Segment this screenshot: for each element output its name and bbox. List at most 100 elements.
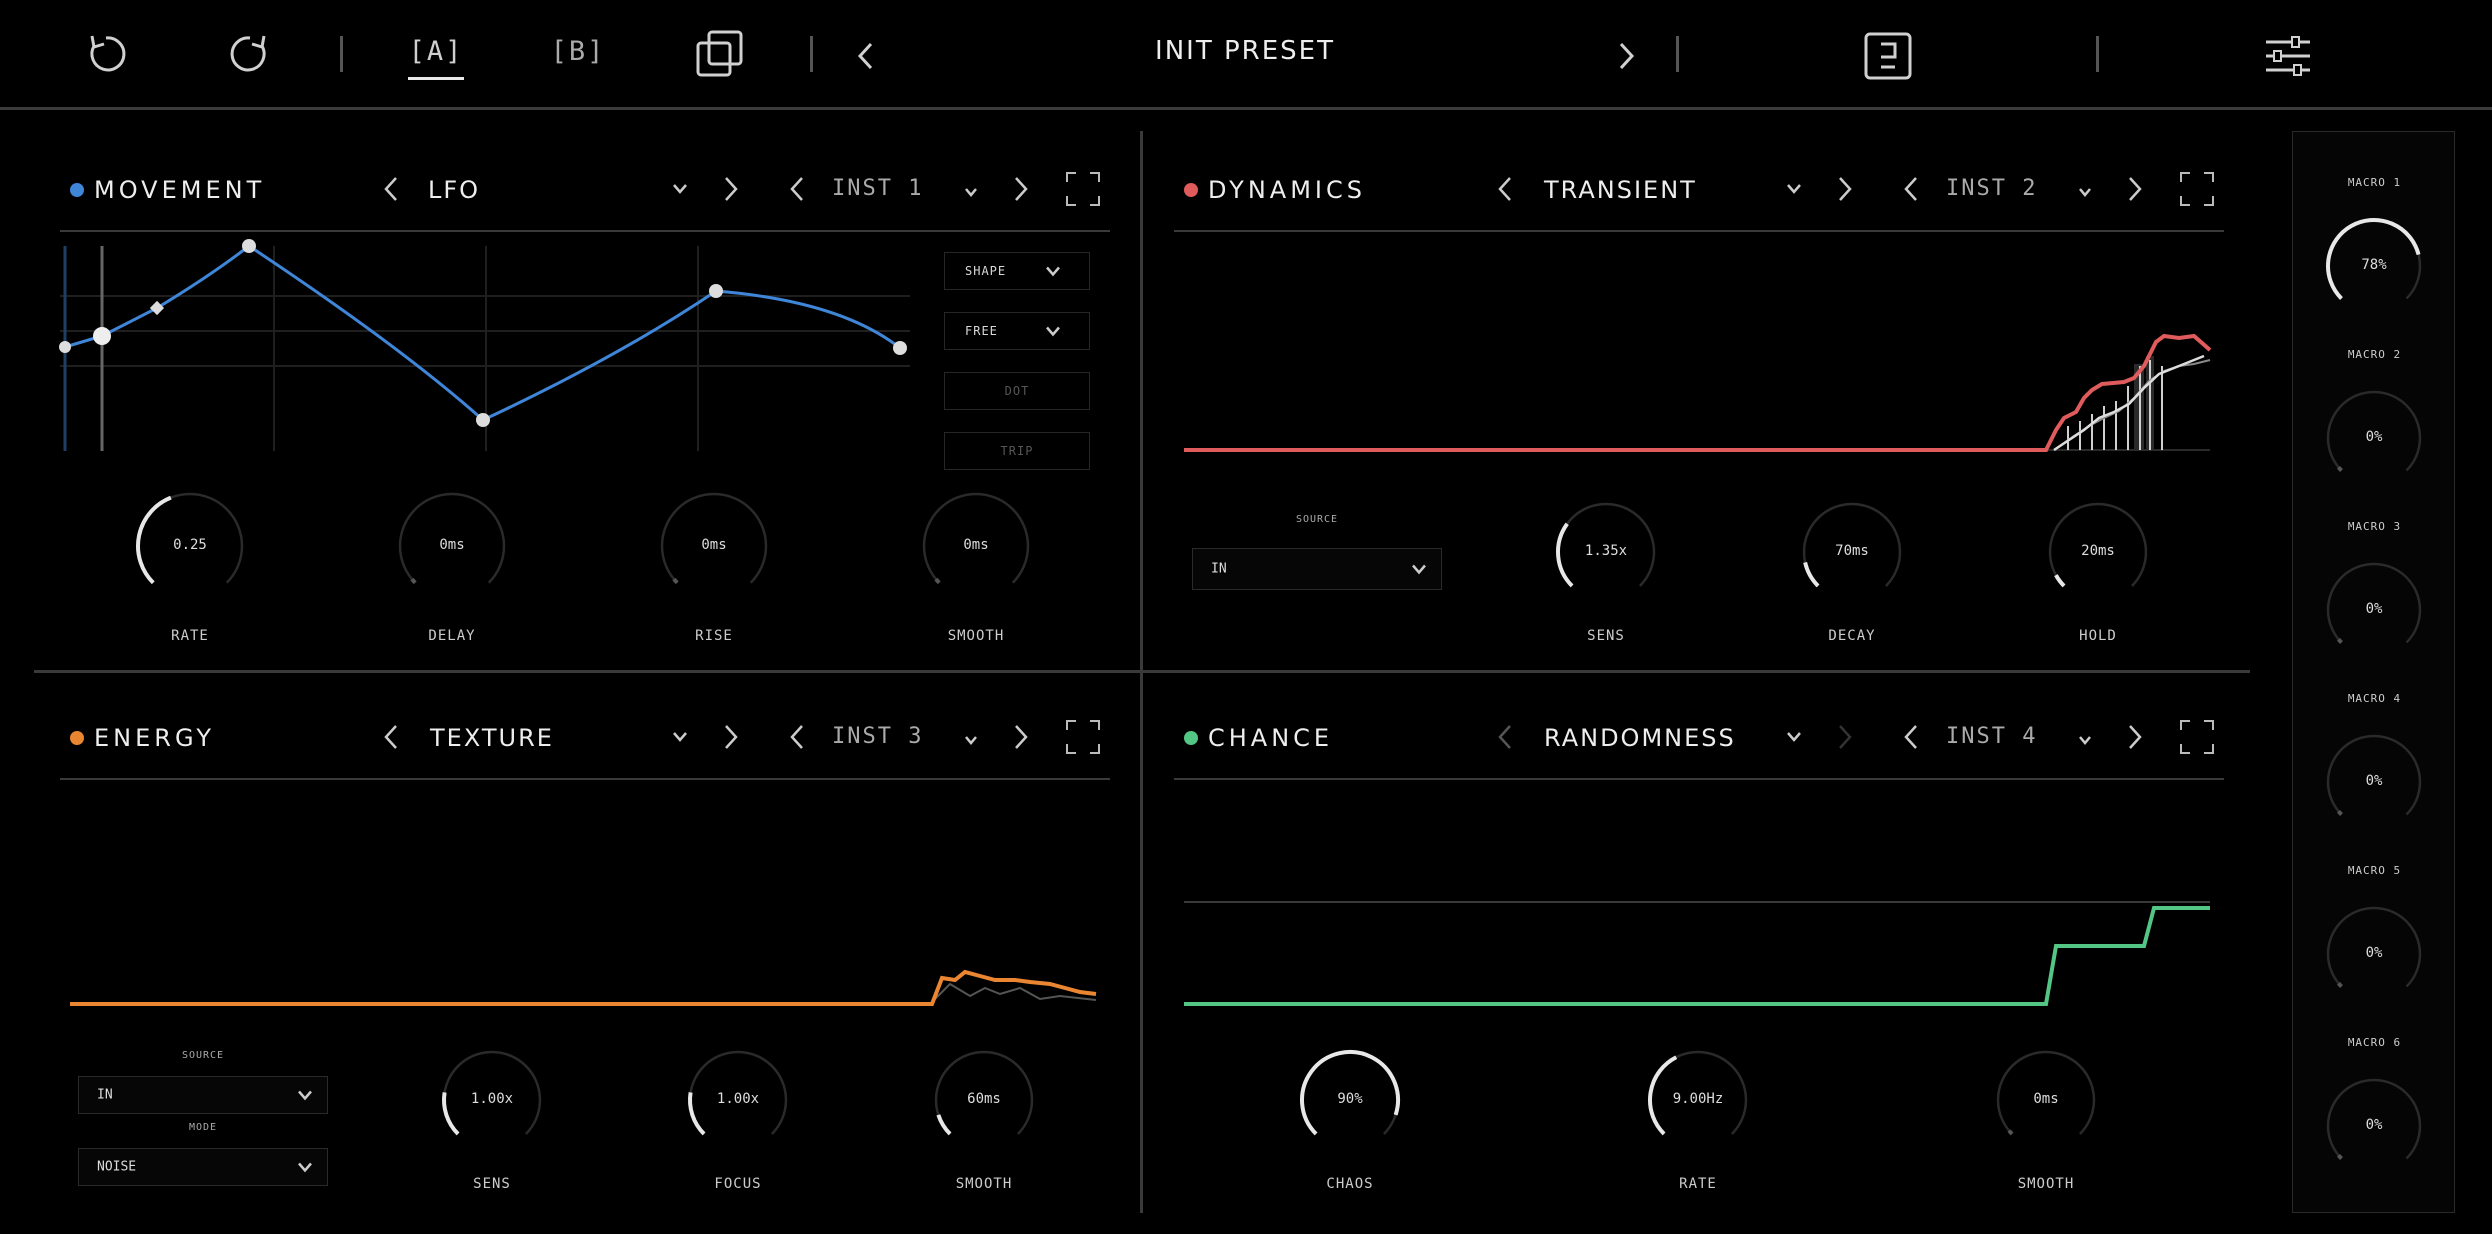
undo-icon <box>90 35 126 72</box>
inst-next-button[interactable] <box>1014 176 1028 206</box>
inst-prev-button[interactable] <box>1904 176 1918 206</box>
inst-prev-button[interactable] <box>790 724 804 754</box>
separator <box>810 36 813 72</box>
source-dropdown[interactable]: IN <box>78 1076 328 1114</box>
copy-button[interactable] <box>692 26 748 82</box>
next-preset-button[interactable] <box>1612 36 1642 76</box>
chevron-down-icon <box>673 732 687 742</box>
dot-button[interactable]: DOT <box>944 372 1090 410</box>
module-name[interactable]: RANDOMNESS <box>1544 724 1736 752</box>
undo-button[interactable] <box>80 28 132 80</box>
free-label: FREE <box>965 324 998 338</box>
source-dropdown[interactable]: IN <box>1192 548 1442 590</box>
chevron-right-icon <box>1839 725 1852 749</box>
lfo-point[interactable] <box>476 413 490 427</box>
inst-name[interactable]: INST 2 <box>1946 176 2037 201</box>
chevron-left-icon <box>857 42 873 70</box>
source-label: SOURCE <box>1295 514 1339 525</box>
module-name[interactable]: TRANSIENT <box>1544 176 1697 204</box>
movement-rate-value: 0.25 <box>173 537 207 553</box>
lfo-editor[interactable] <box>59 239 920 466</box>
module-dropdown-button[interactable] <box>1786 180 1802 199</box>
chevron-right-icon <box>2129 177 2142 201</box>
lfo-point[interactable] <box>709 284 723 298</box>
module-dropdown-button[interactable] <box>1786 728 1802 747</box>
movement-rate-label: RATE <box>171 628 209 644</box>
chevron-left-icon <box>790 725 803 749</box>
dynamics-hold-value: 20ms <box>2081 543 2115 559</box>
chevron-right-icon <box>725 725 738 749</box>
module-name[interactable]: LFO <box>428 176 480 204</box>
copy-icon <box>696 30 743 77</box>
mode-dropdown[interactable]: NOISE <box>78 1148 328 1186</box>
chevron-left-icon <box>1498 725 1511 749</box>
redo-button[interactable] <box>224 28 276 80</box>
prev-preset-button[interactable] <box>850 36 880 76</box>
chevron-right-icon <box>1839 177 1852 201</box>
separator <box>340 36 343 72</box>
expand-button[interactable] <box>2180 720 2214 758</box>
module-next-button[interactable] <box>1838 724 1852 754</box>
lfo-point[interactable] <box>59 341 71 353</box>
macro-4-value: 0% <box>2365 773 2383 789</box>
inst-name[interactable]: INST 4 <box>1946 724 2037 749</box>
module-name[interactable]: TEXTURE <box>430 724 554 752</box>
energy-color-dot <box>70 731 84 745</box>
module-dropdown-button[interactable] <box>672 728 688 747</box>
settings-button[interactable] <box>2262 30 2314 82</box>
knob-value-arc <box>2337 638 2343 644</box>
module-prev-button[interactable] <box>1498 176 1512 206</box>
module-prev-button[interactable] <box>384 176 398 206</box>
preset-a-button[interactable]: [A] <box>408 36 464 80</box>
macro-1-label: MACRO 1 <box>2347 176 2402 189</box>
expand-button[interactable] <box>1066 720 1100 758</box>
lfo-playhead-point[interactable] <box>93 327 111 345</box>
chance-title: CHANCE <box>1208 724 1334 752</box>
preset-name[interactable]: INIT PRESET <box>1100 36 1390 66</box>
inst-name[interactable]: INST 1 <box>832 176 923 201</box>
inst-dropdown-button[interactable] <box>964 182 978 201</box>
movement-rise-label: RISE <box>695 628 733 644</box>
free-button[interactable]: FREE <box>944 312 1090 350</box>
dynamics-title: DYNAMICS <box>1208 176 1366 204</box>
inst-next-button[interactable] <box>1014 724 1028 754</box>
header-divider <box>60 230 1110 232</box>
header-divider <box>1174 230 2224 232</box>
module-prev-button[interactable] <box>1498 724 1512 754</box>
shape-button[interactable]: SHAPE <box>944 252 1090 290</box>
knob-value-arc <box>410 577 417 585</box>
dynamics-color-dot <box>1184 183 1198 197</box>
module-dropdown-button[interactable] <box>672 180 688 199</box>
module-next-button[interactable] <box>724 724 738 754</box>
lfo-point[interactable] <box>893 341 907 355</box>
chevron-down-icon <box>965 188 977 197</box>
expand-button[interactable] <box>1066 172 1100 210</box>
movement-smooth-value: 0ms <box>963 537 989 553</box>
inst-name[interactable]: INST 3 <box>832 724 923 749</box>
expand-button[interactable] <box>2180 172 2214 210</box>
module-next-button[interactable] <box>724 176 738 206</box>
inst-next-button[interactable] <box>2128 724 2142 754</box>
macro-1-value: 78% <box>2361 257 2387 273</box>
inst-prev-button[interactable] <box>790 176 804 206</box>
save-button[interactable] <box>1860 28 1916 84</box>
separator <box>2096 36 2099 72</box>
chevron-right-icon <box>1015 177 1028 201</box>
lfo-point[interactable] <box>242 239 256 253</box>
chevron-left-icon <box>384 725 397 749</box>
inst-next-button[interactable] <box>2128 176 2142 206</box>
inst-dropdown-button[interactable] <box>964 730 978 749</box>
redo-icon <box>230 35 266 72</box>
inst-dropdown-button[interactable] <box>2078 182 2092 201</box>
horizontal-divider <box>34 670 2250 673</box>
module-prev-button[interactable] <box>384 724 398 754</box>
inst-dropdown-button[interactable] <box>2078 730 2092 749</box>
chevron-left-icon <box>790 177 803 201</box>
macros-sidebar: MACRO 1 78% MACRO 2 0% MACRO 3 0% MACRO 4 0% MAC… <box>2292 131 2455 1213</box>
module-next-button[interactable] <box>1838 176 1852 206</box>
inst-prev-button[interactable] <box>1904 724 1918 754</box>
chance-smooth-value: 0ms <box>2033 1091 2059 1107</box>
preset-b-button[interactable]: [B] <box>550 36 606 67</box>
trip-button[interactable]: TRIP <box>944 432 1090 470</box>
chevron-right-icon <box>725 177 738 201</box>
